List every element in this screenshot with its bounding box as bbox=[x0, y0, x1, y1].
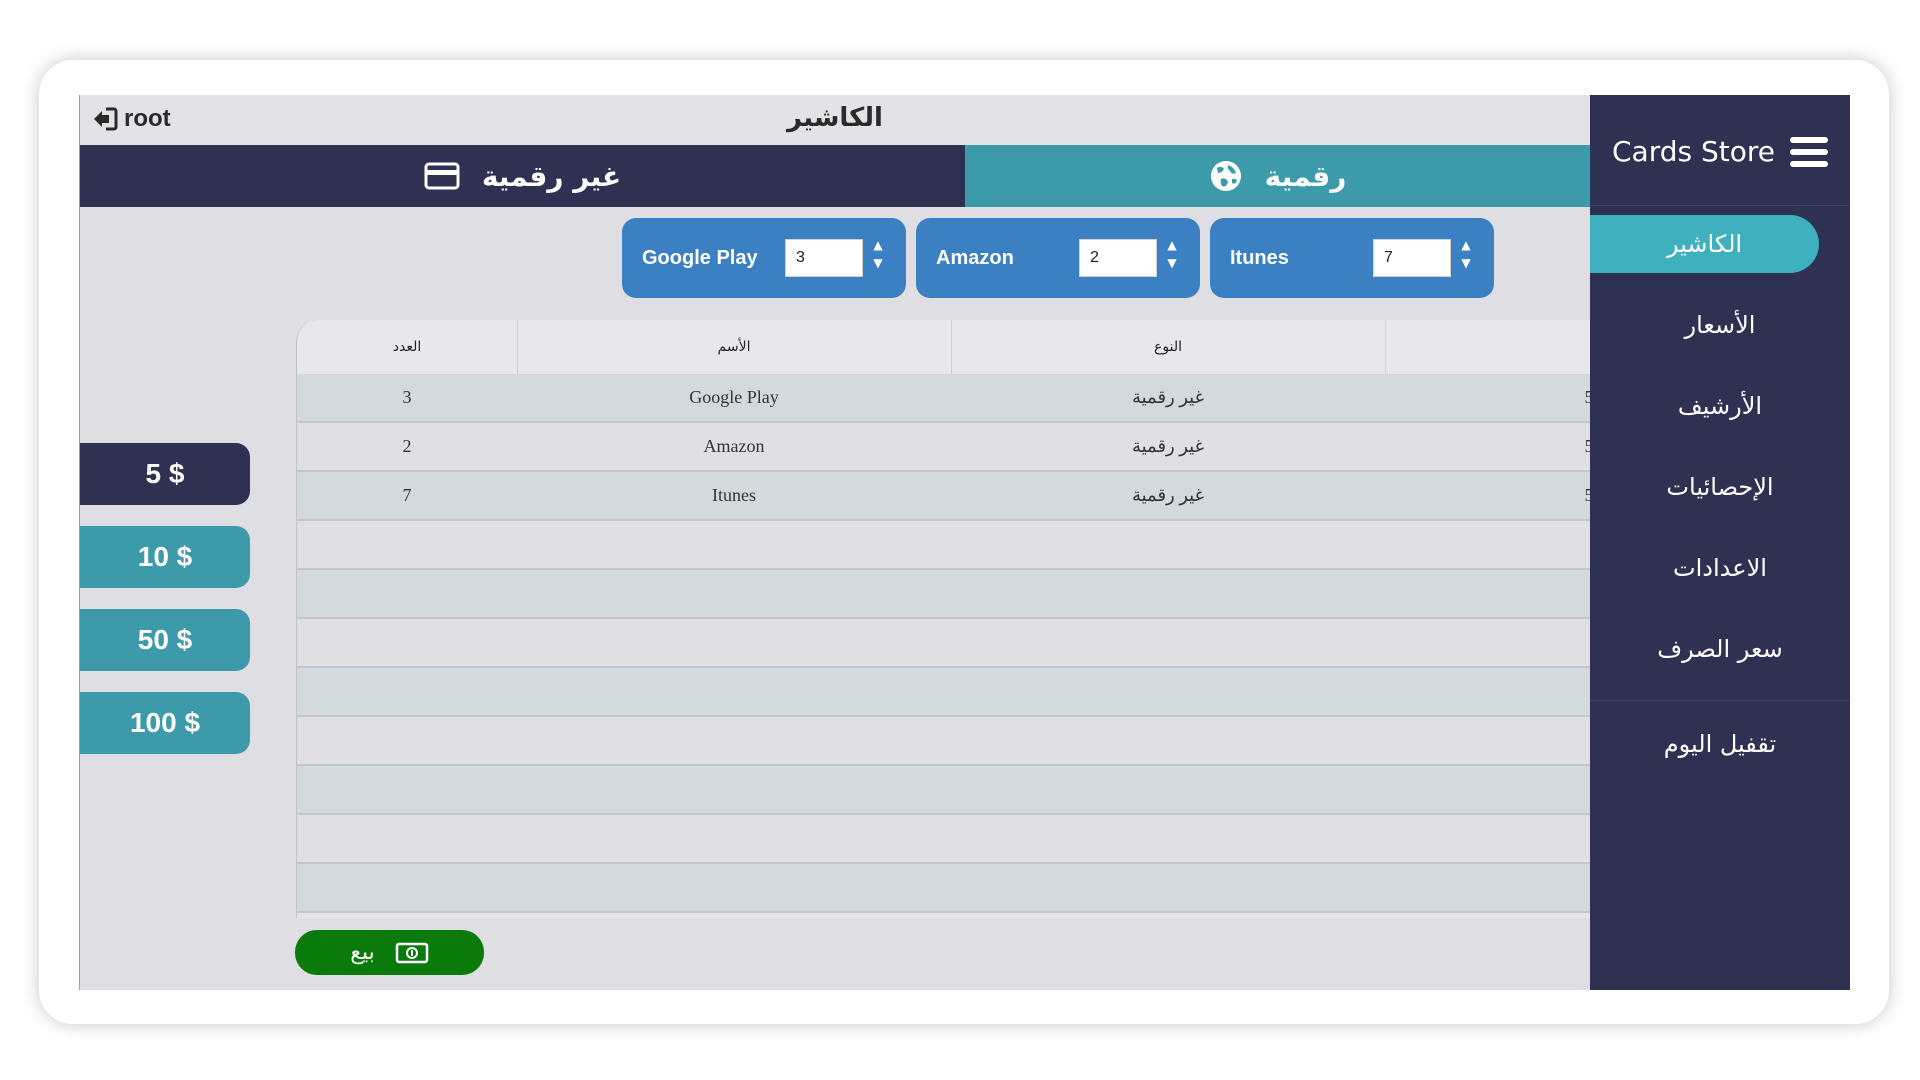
table-row-empty bbox=[297, 864, 1591, 913]
quantity-input[interactable]: 2 bbox=[1079, 239, 1157, 277]
denomination-button-50[interactable]: 50 $ bbox=[80, 609, 250, 671]
sidebar-nav: الكاشير الأسعار الأرشيف الإحصائيات الاعد… bbox=[1590, 215, 1850, 701]
tab-digital[interactable]: رقمية bbox=[965, 145, 1590, 207]
sidebar: Cards Store الكاشير الأسعار الأرشيف الإح… bbox=[1590, 95, 1850, 990]
product-chip-label: Itunes bbox=[1230, 247, 1289, 269]
sell-button[interactable]: بيع bbox=[295, 930, 484, 975]
product-chip-itunes[interactable]: Itunes 7 ▲ ▼ bbox=[1210, 218, 1494, 298]
cell-type: غير رقمية bbox=[1131, 387, 1205, 407]
column-header-extra bbox=[1385, 320, 1591, 374]
sidebar-item-cashier[interactable]: الكاشير bbox=[1590, 215, 1819, 273]
table-row-empty bbox=[297, 570, 1591, 619]
table-row-empty bbox=[297, 766, 1591, 815]
table-body: 3 Google Play غير رقمية 5 2 Amazon غير ر… bbox=[297, 374, 1591, 913]
brand-name: Cards Store bbox=[1612, 135, 1775, 168]
sidebar-item-exchange-rate[interactable]: سعر الصرف bbox=[1590, 620, 1850, 678]
cell-name: Amazon bbox=[703, 436, 765, 456]
table-row-empty bbox=[297, 717, 1591, 766]
page-title: الكاشير bbox=[787, 103, 883, 133]
denomination-button-10[interactable]: 10 $ bbox=[80, 526, 250, 588]
sidebar-item-statistics[interactable]: الإحصائيات bbox=[1590, 458, 1850, 516]
sidebar-item-prices[interactable]: الأسعار bbox=[1590, 296, 1850, 354]
quantity-spinner[interactable]: ▲ ▼ bbox=[1162, 236, 1182, 280]
quantity-spinner[interactable]: ▲ ▼ bbox=[868, 236, 888, 280]
top-bar: root الكاشير bbox=[80, 95, 1590, 146]
product-chip-label: Google Play bbox=[642, 247, 758, 269]
cell-type: غير رقمية bbox=[1131, 485, 1205, 505]
denomination-button-100[interactable]: 100 $ bbox=[80, 692, 250, 754]
cell-count: 7 bbox=[402, 485, 412, 505]
cell-count: 3 bbox=[402, 387, 412, 407]
product-chip-label: Amazon bbox=[936, 247, 1014, 269]
menu-icon[interactable] bbox=[1790, 137, 1828, 171]
table-row[interactable]: 7 Itunes غير رقمية 5 bbox=[297, 472, 1591, 521]
table-row-empty bbox=[297, 815, 1591, 864]
tab-non-digital-label: غير رقمية bbox=[481, 159, 622, 193]
column-header-name: الأسم bbox=[517, 320, 952, 374]
credit-card-icon bbox=[424, 162, 460, 190]
category-tabs: غير رقمية رقمية bbox=[80, 145, 1590, 207]
column-header-type: النوع bbox=[951, 320, 1386, 374]
sidebar-item-close-day[interactable]: تقفيل اليوم bbox=[1590, 715, 1850, 773]
table-row[interactable]: 3 Google Play غير رقمية 5 bbox=[297, 374, 1591, 423]
cell-name: Google Play bbox=[689, 387, 779, 407]
table-row[interactable]: 2 Amazon غير رقمية 5 bbox=[297, 423, 1591, 472]
sidebar-divider bbox=[1590, 700, 1850, 701]
sell-label: بيع bbox=[350, 940, 375, 965]
column-header-count: العدد bbox=[297, 320, 518, 374]
product-chip-amazon[interactable]: Amazon 2 ▲ ▼ bbox=[916, 218, 1200, 298]
sidebar-item-archive[interactable]: الأرشيف bbox=[1590, 377, 1850, 435]
cash-icon bbox=[395, 942, 428, 963]
table-row-empty bbox=[297, 668, 1591, 717]
denomination-button-5[interactable]: 5 $ bbox=[80, 443, 250, 505]
table-row-empty bbox=[297, 619, 1591, 668]
quantity-input[interactable]: 7 bbox=[1373, 239, 1451, 277]
cell-count: 2 bbox=[402, 436, 412, 456]
cell-type: غير رقمية bbox=[1131, 436, 1205, 456]
quantity-spinner[interactable]: ▲ ▼ bbox=[1456, 236, 1476, 280]
cart-table: العدد الأسم النوع 3 Google Play غير رقمي… bbox=[296, 320, 1591, 918]
globe-icon bbox=[1210, 161, 1241, 191]
sidebar-item-settings[interactable]: الاعدادات bbox=[1590, 539, 1850, 597]
quantity-input[interactable]: 3 bbox=[785, 239, 863, 277]
app-frame: root الكاشير غير رقمية رقمية Google Play… bbox=[79, 95, 1850, 990]
tab-non-digital[interactable]: غير رقمية bbox=[80, 145, 965, 207]
table-row-empty bbox=[297, 521, 1591, 570]
cell-name: Itunes bbox=[712, 485, 756, 505]
sidebar-header: Cards Store bbox=[1590, 95, 1850, 206]
tab-digital-label: رقمية bbox=[1264, 159, 1347, 193]
product-chip-google-play[interactable]: Google Play 3 ▲ ▼ bbox=[622, 218, 906, 298]
table-header: العدد الأسم النوع bbox=[297, 320, 1591, 375]
